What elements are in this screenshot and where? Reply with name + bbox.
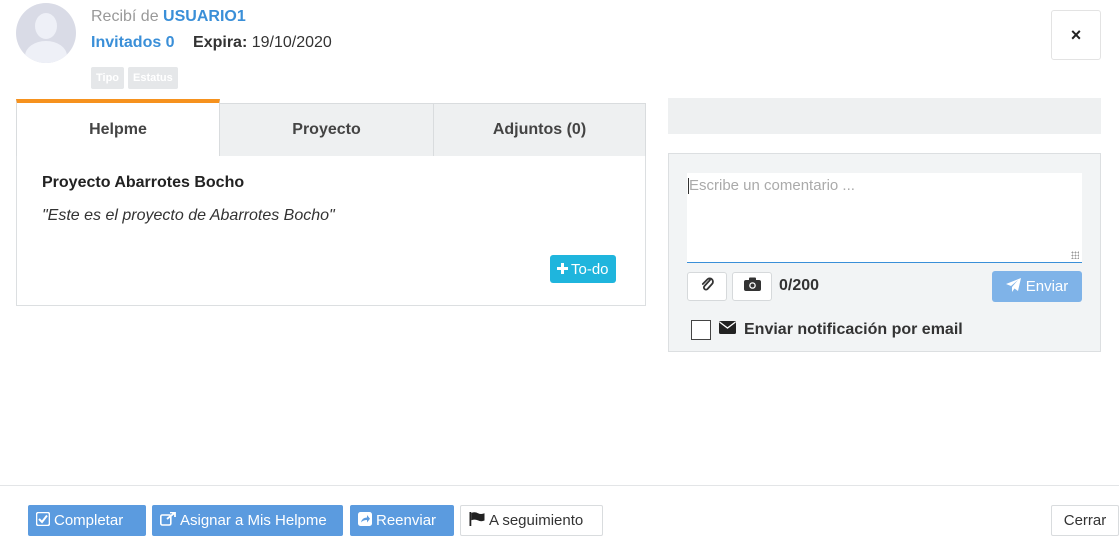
paperclip-icon xyxy=(700,276,714,297)
email-notify-checkbox[interactable] xyxy=(691,320,711,340)
invited-link[interactable]: Invitados 0 xyxy=(91,34,175,51)
external-link-icon xyxy=(160,511,176,530)
expires-label: Expira: xyxy=(193,34,248,51)
forward-button[interactable]: Reenviar xyxy=(350,505,454,536)
send-icon xyxy=(1005,277,1021,296)
comment-box: Escribe un comentario ... 0/200 Enviar E… xyxy=(668,153,1101,352)
tag-type: Tipo xyxy=(91,67,125,89)
cancel-label: Cerrar xyxy=(1063,512,1107,529)
sender-line: Recibí de USUARIO1 xyxy=(91,8,246,26)
sender-prefix: Recibí de xyxy=(91,8,159,25)
comments-bar xyxy=(668,98,1101,134)
avatar-body xyxy=(25,41,67,63)
expires-value: 19/10/2020 xyxy=(251,34,332,51)
tab-helpme[interactable]: Helpme xyxy=(16,99,220,157)
plus-icon xyxy=(557,261,568,278)
cancel-button[interactable]: Cerrar xyxy=(1051,505,1119,536)
resize-handle[interactable] xyxy=(1071,251,1079,259)
complete-label: Completar xyxy=(54,512,124,529)
send-button[interactable]: Enviar xyxy=(992,271,1082,302)
flag-icon xyxy=(469,511,485,530)
camera-button[interactable] xyxy=(732,272,772,301)
close-icon: × xyxy=(1070,24,1082,45)
comment-input[interactable]: Escribe un comentario ... xyxy=(687,173,1082,263)
sender-user[interactable]: USUARIO1 xyxy=(163,8,246,25)
char-counter: 0/200 xyxy=(779,277,820,294)
tab-bar: Helpme Proyecto Adjuntos (0) xyxy=(16,99,646,157)
close-button[interactable]: × xyxy=(1051,10,1101,60)
envelope-icon xyxy=(719,321,736,339)
project-title: Proyecto Abarrotes Bocho xyxy=(42,174,245,191)
follow-up-label: A seguimiento xyxy=(489,512,584,529)
share-icon xyxy=(358,511,372,530)
footer-divider xyxy=(0,485,1119,486)
assign-label: Asignar a Mis Helpme xyxy=(180,512,327,529)
avatar xyxy=(16,3,76,63)
tag-status: Estatus xyxy=(128,67,178,89)
follow-up-button[interactable]: A seguimiento xyxy=(460,505,603,536)
tab-panel: Proyecto Abarrotes Bocho "Este es el pro… xyxy=(16,156,646,306)
comment-placeholder: Escribe un comentario ... xyxy=(689,177,855,194)
avatar-head xyxy=(35,13,57,39)
check-square-icon xyxy=(35,511,51,530)
todo-label: To-do xyxy=(571,260,609,278)
project-description: "Este es el proyecto de Abarrotes Bocho" xyxy=(42,207,335,224)
complete-button[interactable]: Completar xyxy=(28,505,146,536)
meta-line: Invitados 0 Expira: 19/10/2020 xyxy=(91,34,332,52)
attach-button[interactable] xyxy=(687,272,727,301)
camera-icon xyxy=(743,277,761,296)
send-label: Enviar xyxy=(1025,278,1069,295)
email-notify-label: Enviar notificación por email xyxy=(744,321,963,338)
todo-button[interactable]: To-do xyxy=(550,255,616,283)
assign-button[interactable]: Asignar a Mis Helpme xyxy=(152,505,343,536)
email-notify-row: Enviar notificación por email xyxy=(691,320,963,340)
tab-adjuntos[interactable]: Adjuntos (0) xyxy=(433,103,646,157)
tab-proyecto[interactable]: Proyecto xyxy=(219,103,434,157)
tag-list: Tipo Estatus xyxy=(91,67,178,89)
forward-label: Reenviar xyxy=(376,512,437,529)
